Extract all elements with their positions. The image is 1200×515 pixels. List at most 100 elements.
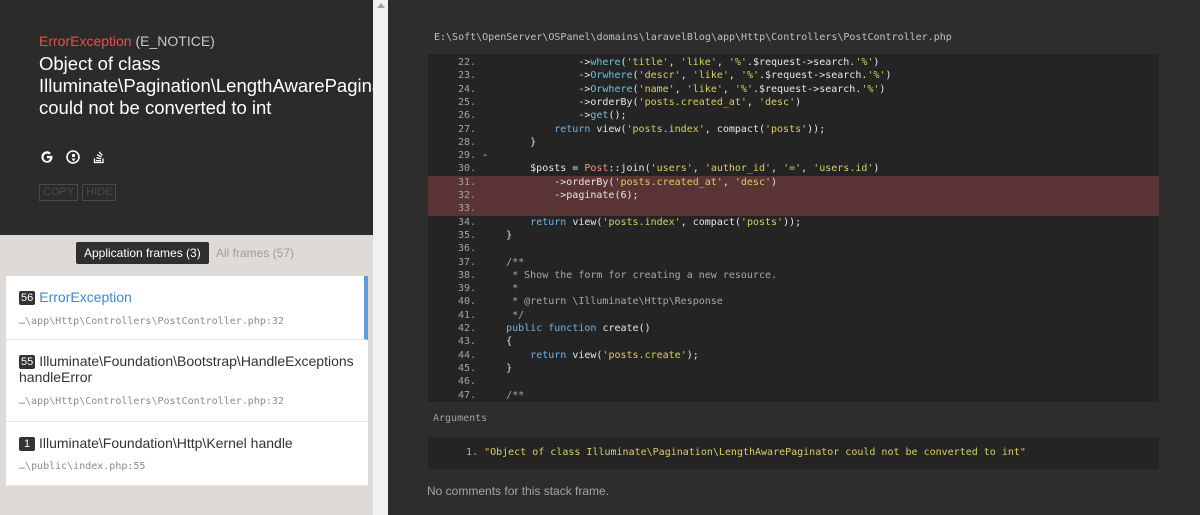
code-line: 41. */ (428, 309, 1159, 322)
code-line: 35. } (428, 229, 1159, 242)
code-line: 42. public function create() (428, 322, 1159, 335)
arguments-box: 1. "Object of class Illuminate\Paginatio… (428, 437, 1159, 469)
line-number: 47. (457, 389, 476, 401)
line-number: 32. (457, 190, 476, 201)
line-number: 39. (457, 283, 476, 295)
line-code: ->get(); (482, 110, 627, 122)
exception-type: ErrorException (E_NOTICE) (39, 33, 215, 49)
code-line: 38. * Show the form for creating a new r… (428, 269, 1159, 282)
line-code: ->orderBy('posts.created_at', 'desc') (482, 96, 802, 108)
argument-index: 1. (466, 447, 479, 458)
line-code: * Show the form for creating a new resou… (482, 269, 778, 281)
code-line: 39. * (428, 282, 1159, 295)
line-code: ->Orwhere('descr', 'like', '%'.$request-… (482, 70, 892, 82)
code-line: 24. ->Orwhere('name', 'like', '%'.$reque… (428, 83, 1159, 96)
frame-item[interactable]: 56 ErrorException …\app\Http\Controllers\… (6, 276, 368, 340)
line-code: * @return \Illuminate\Http\Response (482, 296, 723, 308)
line-number: 34. (457, 216, 476, 228)
search-icons (40, 150, 106, 164)
line-code: { (482, 336, 513, 348)
frame-item[interactable]: 1 Illuminate\Foundation\Http\Kernel handl… (6, 422, 368, 486)
line-number: 29. (457, 150, 476, 162)
scrollbar[interactable] (373, 0, 388, 515)
line-code: } (482, 229, 513, 241)
frame-file: …\public\index.php:55 (19, 461, 146, 472)
code-line: 43. { (428, 335, 1159, 348)
line-code: public function create() (506, 323, 651, 334)
code-line: 40. * @return \Illuminate\Http\Response (428, 295, 1159, 308)
line-number: 23. (457, 70, 476, 82)
frame-class: Illuminate\Foundation\Http\Kernel handle (39, 435, 293, 451)
exception-notice: (E_NOTICE) (135, 33, 215, 49)
code-line: 32. ->paginate(6); (428, 189, 1159, 203)
line-code: } (482, 136, 537, 148)
code-line: 25. ->orderBy('posts.created_at', 'desc'… (428, 96, 1159, 109)
line-code: return view('posts.create'); (530, 349, 699, 361)
frame-title: 55 Illuminate\Foundation\Bootstrap\Handle… (19, 353, 354, 385)
frame-number: 1 (19, 437, 35, 451)
code-line: 31. ->orderBy('posts.created_at', 'desc'… (428, 175, 1159, 189)
line-number: 26. (457, 110, 476, 122)
argument-item: 1. "Object of class Illuminate\Paginatio… (466, 447, 1026, 458)
line-number: 27. (457, 123, 476, 135)
line-number: 28. (457, 136, 476, 148)
code-line: 23. ->Orwhere('descr', 'like', '%'.$requ… (428, 69, 1159, 82)
code-line: 44. return view('posts.create'); (428, 349, 1159, 362)
line-code: * (482, 283, 519, 295)
line-code: ->paginate(6); (482, 190, 639, 201)
line-code: $posts = Post::join('users', 'author_id'… (482, 163, 880, 175)
hide-button[interactable]: HIDE (82, 184, 117, 201)
code-line: 33. (428, 202, 1159, 216)
frame-title: 1 Illuminate\Foundation\Http\Kernel handl… (19, 435, 354, 451)
code-line: 29. - (428, 149, 1159, 162)
stack-panel: ErrorException (E_NOTICE) Object of clas… (0, 0, 404, 515)
line-number: 45. (457, 362, 476, 374)
code-line: 22. ->where('title', 'like', '%'.$reques… (428, 56, 1159, 69)
line-code: /** (482, 256, 525, 268)
frame-file-path[interactable]: E:\Soft\OpenServer\OSPanel\domains\larav… (434, 32, 952, 43)
line-number: 35. (457, 229, 476, 241)
frame-class: ErrorException (39, 289, 132, 305)
code-viewer: 22. ->where('title', 'like', '%'.$reques… (428, 54, 1159, 402)
header-buttons: COPY HIDE (39, 184, 117, 201)
line-code: return view('posts.index', compact('post… (554, 123, 826, 135)
line-code: ->Orwhere('name', 'like', '%'.$request->… (482, 83, 886, 95)
frame-class: Illuminate\Foundation\Bootstrap\HandleEx… (19, 353, 354, 385)
google-icon[interactable] (40, 150, 54, 164)
line-number: 43. (457, 336, 476, 348)
code-line: 45. } (428, 362, 1159, 375)
frame-number: 56 (19, 291, 36, 305)
scroll-up-arrow-icon[interactable] (377, 3, 385, 8)
line-number: 46. (457, 376, 476, 388)
code-line: 36. (428, 242, 1159, 255)
line-code: */ (482, 309, 525, 321)
line-code: - (482, 150, 489, 162)
copy-button[interactable]: COPY (39, 184, 79, 201)
line-code: /** (482, 389, 525, 401)
details-panel: E:\Soft\OpenServer\OSPanel\domains\larav… (388, 0, 1200, 515)
line-number: 31. (457, 176, 476, 188)
tab-all-frames[interactable]: All frames (57) (216, 246, 294, 260)
code-line: 46. (428, 375, 1159, 388)
line-number: 24. (457, 83, 476, 95)
stackoverflow-icon[interactable] (92, 150, 106, 164)
line-number: 42. (457, 323, 476, 334)
line-code: ->where('title', 'like', '%'.$request->s… (482, 57, 880, 68)
code-line: 47. /** (428, 389, 1159, 402)
code-line: 27. return view('posts.index', compact('… (428, 123, 1159, 136)
line-code: ->orderBy('posts.created_at', 'desc') (482, 176, 778, 188)
line-number: 38. (457, 269, 476, 281)
tab-application-frames[interactable]: Application frames (3) (76, 242, 209, 264)
frame-item[interactable]: 55 Illuminate\Foundation\Bootstrap\Handle… (6, 340, 368, 422)
line-number: 36. (457, 243, 476, 255)
line-number: 40. (457, 296, 476, 308)
line-number: 37. (457, 256, 476, 268)
duckduckgo-icon[interactable] (66, 150, 80, 164)
comments-note: No comments for this stack frame. (427, 484, 610, 498)
line-number: 22. (457, 57, 476, 68)
exception-class: ErrorException (39, 33, 132, 49)
code-line: 34. return view('posts.index', compact('… (428, 216, 1159, 229)
code-line: 28. } (428, 136, 1159, 149)
exception-header: ErrorException (E_NOTICE) Object of clas… (0, 0, 404, 235)
frame-title: 56 ErrorException (19, 289, 354, 305)
